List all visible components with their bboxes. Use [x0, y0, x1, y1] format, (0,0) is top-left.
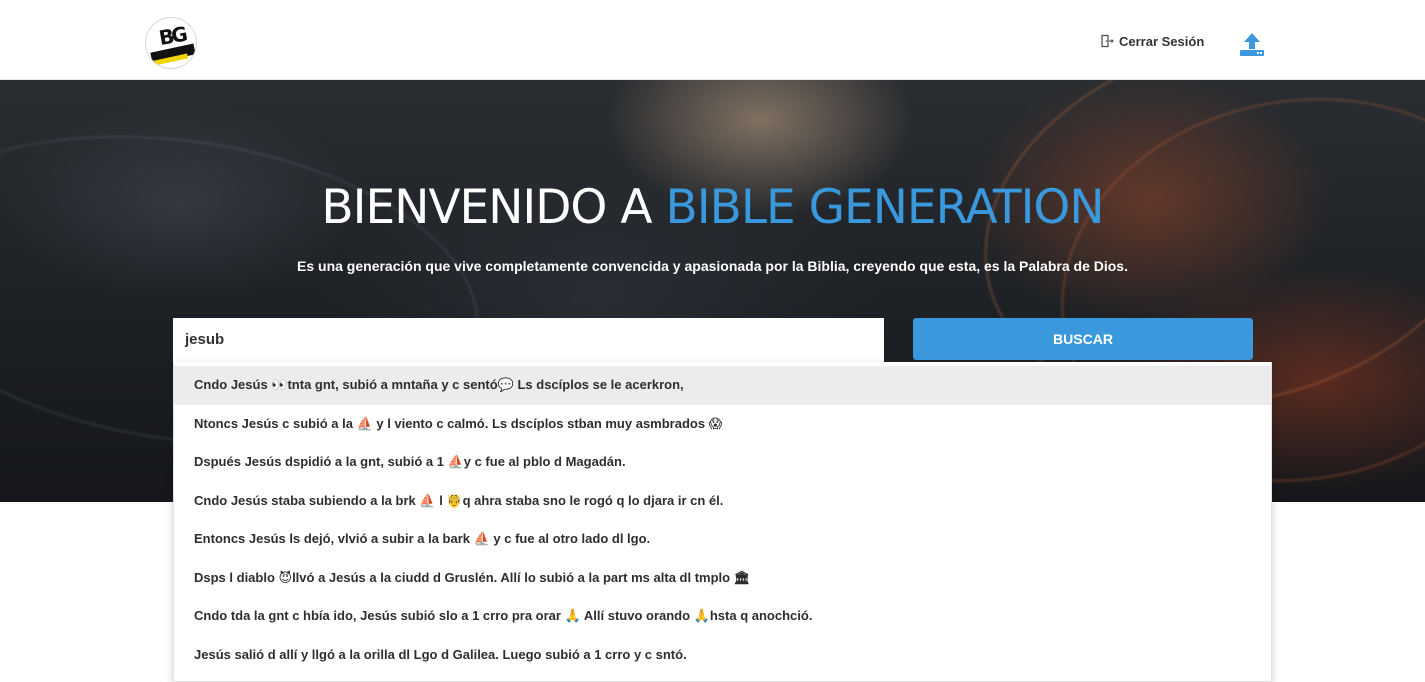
suggestion-item[interactable]: Ntoncs Jesús c subió a la ⛵ y l viento c…	[174, 405, 1271, 444]
cloud-upload-icon	[1240, 33, 1264, 56]
suggestion-item[interactable]: Entoncs Jesús ls dejó, vlvió a subir a l…	[174, 520, 1271, 559]
logout-label: Cerrar Sesión	[1119, 33, 1205, 49]
hero-title-main: BIENVENIDO A	[321, 180, 652, 235]
hero-subtitle: Es una generación que vive completamente…	[297, 258, 1128, 274]
autocomplete-dropdown: Cndo Jesús 👀tnta gnt, subió a mntaña y c…	[173, 362, 1272, 682]
suggestion-item[interactable]: Dsps l diablo 😈llvó a Jesús a la ciudd d…	[174, 559, 1271, 598]
bible-generation-logo[interactable]: BG	[145, 17, 197, 69]
suggestion-item[interactable]: Dspués Jesús dspidió a la gnt, subió a 1…	[174, 443, 1271, 482]
hero-title-accent: BIBLE GENERATION	[665, 180, 1104, 235]
suggestion-item[interactable]: Cndo Jesús staba subiendo a la brk ⛵ l 🤴…	[174, 482, 1271, 521]
hero-title: BIENVENIDO A BIBLE GENERATION	[0, 180, 1425, 235]
door-exit-icon	[1100, 34, 1114, 48]
suggestion-item[interactable]: Cndo tda la gnt c hbía ido, Jesús subió …	[174, 597, 1271, 636]
search-button[interactable]: BUSCAR	[913, 318, 1253, 360]
suggestion-item[interactable]: Cndo Jesús 👀tnta gnt, subió a mntaña y c…	[174, 366, 1271, 405]
suggestion-item[interactable]: Jesús salió d allí y llgó a la orilla dl…	[174, 636, 1271, 675]
logout-link[interactable]: Cerrar Sesión	[1100, 31, 1204, 51]
search-input[interactable]: jesub	[173, 318, 884, 362]
top-navbar: BG Cerrar Sesión	[0, 0, 1425, 80]
upload-button[interactable]	[1238, 31, 1266, 59]
